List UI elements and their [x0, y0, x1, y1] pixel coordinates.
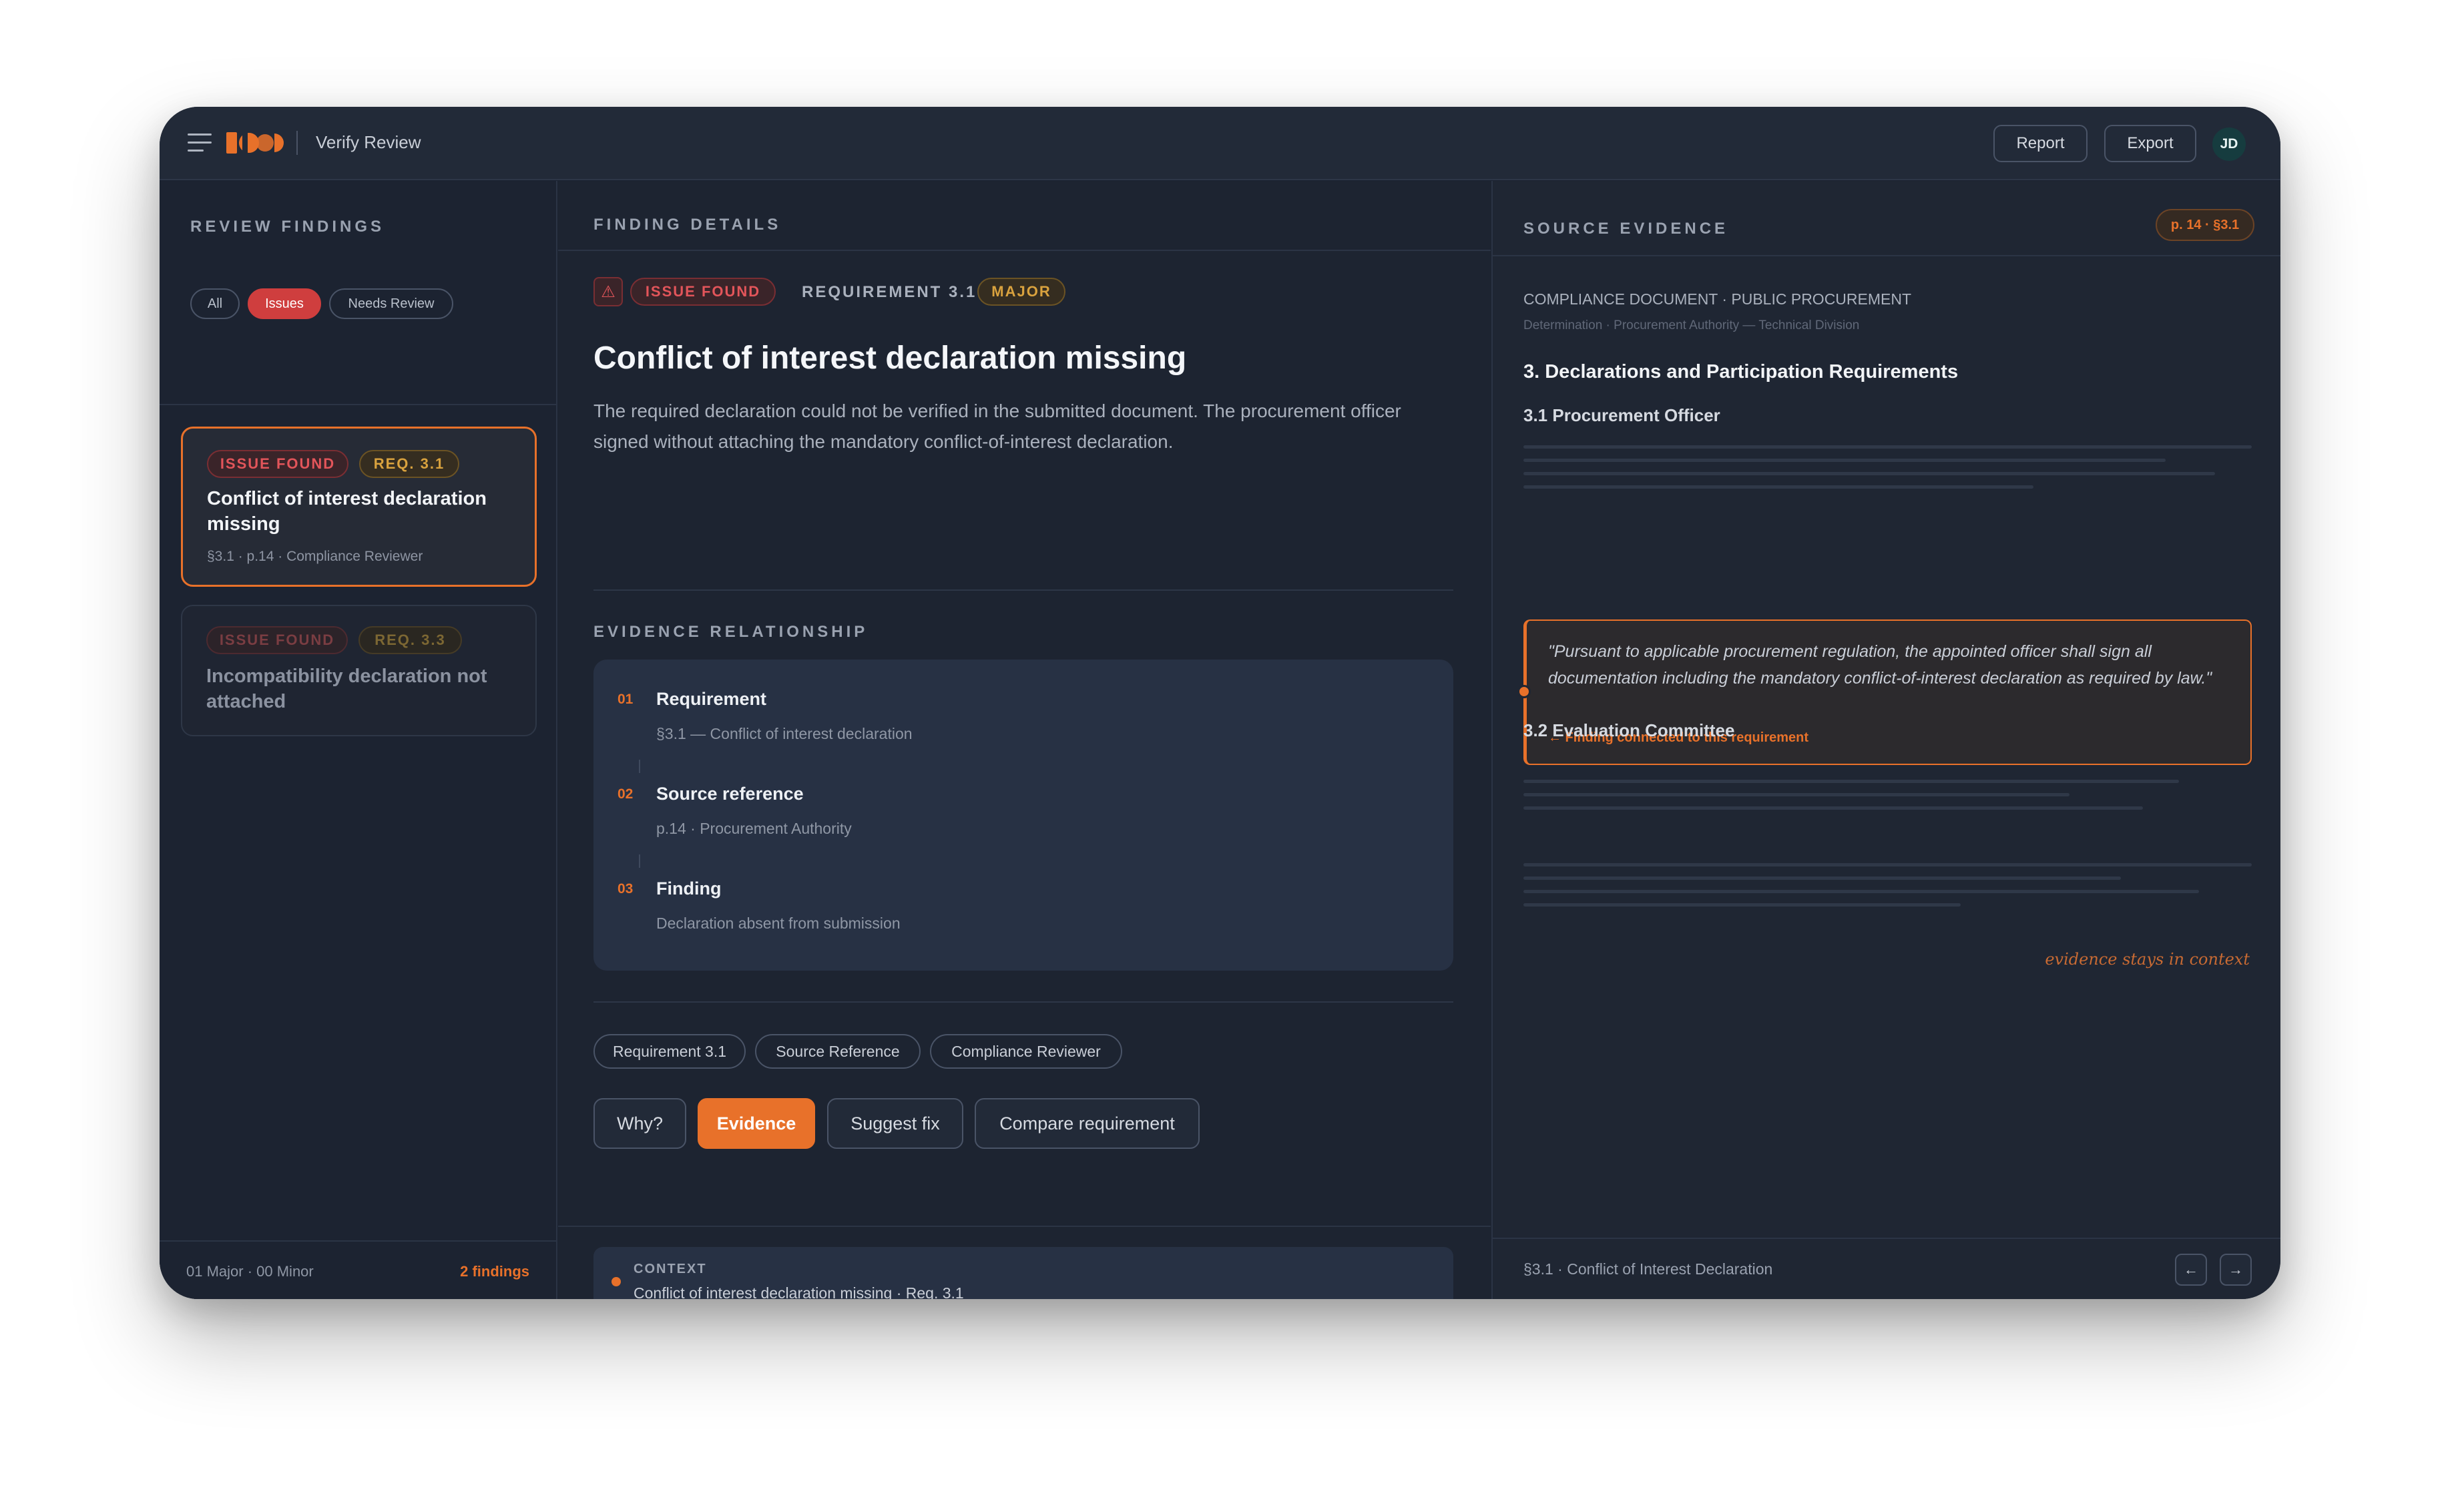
status-badge: ISSUE FOUND: [630, 278, 776, 306]
quote-text: "Pursuant to applicable procurement regu…: [1548, 642, 2212, 688]
page-badge: p. 14 · §3.1: [2156, 209, 2254, 241]
finding-card-meta: §3.1 · p.14 · Compliance Reviewer: [207, 549, 423, 564]
text-placeholder-line: [1523, 459, 2166, 462]
evidence-button[interactable]: Evidence: [698, 1098, 815, 1149]
evidence-relationship: 01 Requirement §3.1 — Conflict of intere…: [593, 660, 1453, 971]
user-avatar[interactable]: JD: [2212, 128, 2246, 161]
compare-requirement-button[interactable]: Compare requirement: [975, 1098, 1200, 1149]
finding-card[interactable]: ISSUE FOUND REQ. 3.3 Incompatibility dec…: [181, 605, 537, 736]
text-placeholder-line: [1523, 472, 2215, 475]
step-number: 03: [618, 881, 634, 897]
filter-all[interactable]: All: [190, 288, 240, 319]
step-connector: [639, 760, 640, 773]
step-number: 02: [618, 786, 634, 802]
connector-dot: [1517, 685, 1531, 698]
context-label: CONTEXT: [634, 1262, 707, 1276]
finding-card-title: Conflict of interest declaration missing: [207, 488, 487, 535]
source-heading: SOURCE EVIDENCE: [1523, 220, 1729, 238]
finding-details-panel: FINDING DETAILS ⚠ ISSUE FOUND REQUIREMEN…: [558, 181, 1491, 1299]
step-title: Finding: [656, 878, 722, 899]
context-panel: CONTEXT Conflict of interest declaration…: [593, 1247, 1453, 1299]
step-connector: [639, 854, 640, 868]
findings-footer: 01 Major · 00 Minor 2 findings: [160, 1240, 556, 1299]
context-text: Conflict of interest declaration missing…: [634, 1284, 964, 1299]
why-button[interactable]: Why?: [593, 1098, 686, 1149]
evidence-heading: EVIDENCE RELATIONSHIP: [593, 623, 869, 641]
severity-badge: MAJOR: [977, 278, 1065, 306]
prev-page-button[interactable]: ←: [2175, 1254, 2207, 1286]
text-placeholder-line: [1523, 793, 2069, 796]
document-subtitle: Determination · Procurement Authority — …: [1523, 318, 1860, 332]
header-divider: [558, 250, 1491, 251]
text-placeholder-line: [1523, 863, 2252, 866]
section-title: 3. Declarations and Participation Requir…: [1523, 361, 1959, 383]
step-subtitle: §3.1 — Conflict of interest declaration: [656, 725, 913, 742]
source-footer: §3.1 · Conflict of Interest Declaration …: [1493, 1238, 2280, 1299]
subsection-title: 3.1 Procurement Officer: [1523, 405, 1720, 425]
status-badge: ISSUE FOUND: [206, 626, 348, 654]
finding-title: Conflict of interest declaration missing: [593, 340, 1187, 376]
top-bar: Verify Review Report Export JD: [160, 107, 2280, 180]
source-reference: §3.1 · Conflict of Interest Declaration: [1523, 1260, 1773, 1278]
requirement-label: REQUIREMENT 3.1: [802, 283, 977, 301]
severity-counts: 01 Major · 00 Minor: [186, 1263, 314, 1280]
step-title: Requirement: [656, 689, 767, 709]
finding-card-title: Incompatibility declaration not attached: [206, 666, 487, 712]
panel-divider: [160, 404, 556, 405]
text-placeholder-line: [1523, 903, 1961, 907]
brand-logo-icon: [226, 132, 284, 154]
source-evidence-panel: SOURCE EVIDENCE p. 14 · §3.1 COMPLIANCE …: [1491, 181, 2280, 1299]
step-subtitle: p.14 · Procurement Authority: [656, 820, 852, 837]
filter-needs-review[interactable]: Needs Review: [329, 288, 453, 319]
requirement-badge: REQ. 3.3: [358, 626, 462, 654]
chip-compliance-reviewer[interactable]: Compliance Reviewer: [930, 1034, 1122, 1069]
hamburger-menu-icon[interactable]: [188, 134, 212, 152]
text-placeholder-line: [1523, 485, 2033, 489]
suggest-fix-button[interactable]: Suggest fix: [827, 1098, 963, 1149]
findings-total: 2 findings: [460, 1263, 529, 1280]
requirement-badge: REQ. 3.1: [359, 450, 459, 478]
findings-panel: REVIEW FINDINGS All Issues Needs Review …: [160, 181, 557, 1299]
export-button[interactable]: Export: [2104, 125, 2196, 162]
document-title: COMPLIANCE DOCUMENT · PUBLIC PROCUREMENT: [1523, 290, 1912, 308]
arrow-right-icon: →: [2228, 1261, 2243, 1278]
details-heading: FINDING DETAILS: [593, 216, 782, 234]
status-badge: ISSUE FOUND: [207, 450, 348, 478]
finding-description: The required declaration could not be ve…: [593, 401, 1401, 452]
context-indicator: [612, 1277, 621, 1286]
filter-issues[interactable]: Issues: [248, 288, 321, 319]
text-placeholder-line: [1523, 806, 2143, 810]
chip-requirement[interactable]: Requirement 3.1: [593, 1034, 746, 1069]
next-page-button[interactable]: →: [2220, 1254, 2252, 1286]
finding-card-selected[interactable]: ISSUE FOUND REQ. 3.1 Conflict of interes…: [181, 427, 537, 587]
warning-icon: ⚠: [593, 277, 623, 306]
chip-source-reference[interactable]: Source Reference: [755, 1034, 921, 1069]
section-divider: [593, 589, 1453, 591]
report-button[interactable]: Report: [1993, 125, 2088, 162]
arrow-left-icon: ←: [2184, 1261, 2198, 1278]
title-divider: [296, 131, 298, 155]
step-title: Source reference: [656, 784, 804, 804]
text-placeholder-line: [1523, 876, 2121, 880]
step-subtitle: Declaration absent from submission: [656, 915, 901, 932]
text-placeholder-line: [1523, 445, 2252, 449]
header-divider: [1493, 255, 2280, 256]
section-divider: [593, 1001, 1453, 1003]
app-title: Verify Review: [316, 132, 421, 152]
subsection-title: 3.2 Evaluation Committee: [1523, 720, 1735, 740]
section-divider: [558, 1226, 1491, 1227]
step-number: 01: [618, 692, 634, 707]
text-placeholder-line: [1523, 890, 2199, 893]
text-placeholder-line: [1523, 780, 2179, 783]
handwritten-annotation: evidence stays in context: [2045, 950, 2250, 969]
app-window: Verify Review Report Export JD REVIEW FI…: [160, 107, 2280, 1299]
highlighted-quote[interactable]: "Pursuant to applicable procurement regu…: [1523, 619, 2252, 765]
findings-heading: REVIEW FINDINGS: [190, 218, 385, 236]
